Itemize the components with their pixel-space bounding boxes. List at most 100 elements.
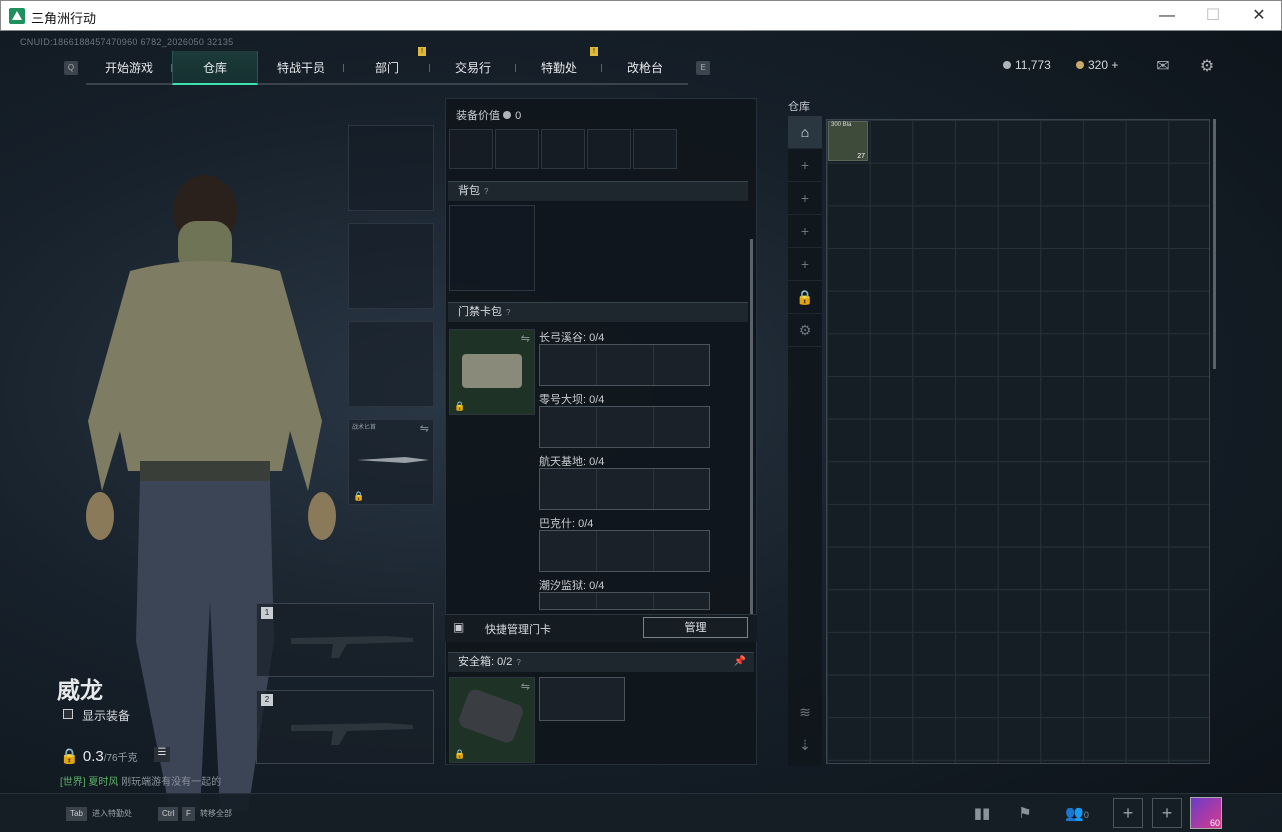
primary-weapon-slot[interactable]: 1 [256, 603, 434, 677]
chat-line[interactable]: [世界] 夏时风 刚玩端游有没有一起的 [60, 773, 221, 788]
keycard-map-label: 巴克什: 0/4 [539, 518, 594, 530]
tab-label: 特勤处 [540, 61, 577, 75]
tab-key-hint: Tab [66, 807, 87, 821]
sort-icon[interactable]: ⇣ [788, 729, 822, 762]
manage-keycard-button[interactable]: 管理 [643, 617, 748, 638]
tab-warehouse[interactable]: 仓库 [172, 51, 258, 85]
backpack-slot[interactable] [449, 205, 535, 291]
tab-special-ops[interactable]: 特勤处! [516, 47, 602, 85]
avatar[interactable]: 60 [1190, 797, 1222, 829]
backpack-header: 背包? [448, 181, 748, 201]
armor-slot[interactable] [348, 223, 434, 309]
list-icon[interactable]: ☰ [154, 747, 170, 762]
lock-icon[interactable]: 🔒 [788, 281, 822, 314]
minimize-button[interactable]: — [1144, 1, 1190, 31]
pin-icon[interactable]: 📌 [734, 653, 746, 671]
show-equipment-checkbox[interactable] [63, 709, 73, 719]
keycard-grid-dam[interactable] [539, 406, 710, 448]
add-tab-icon[interactable]: + [788, 149, 822, 182]
mail-icon[interactable]: ✉ [1153, 56, 1173, 75]
add-tab-icon[interactable]: + [788, 182, 822, 215]
equipment-value-label: 装备价值 [456, 110, 500, 122]
nav-next-key[interactable]: E [696, 61, 710, 75]
transfer-all-hint[interactable]: 转移全部 [200, 808, 232, 819]
pouch-slot[interactable] [587, 129, 631, 169]
equipment-scrollbar[interactable] [750, 239, 753, 619]
swap-icon[interactable]: ⇋ [521, 680, 530, 693]
tab-hint-text[interactable]: 进入特勤处 [92, 808, 132, 819]
layers-icon[interactable]: ≋ [788, 696, 822, 729]
tab-market[interactable]: 交易行 [430, 51, 516, 85]
lock-icon: 🔒 [454, 749, 466, 759]
pistol-slot[interactable] [348, 321, 434, 407]
settings-gear-icon[interactable]: ⚙ [1197, 56, 1217, 75]
carry-weight: 🔒 0.3/76千克 [60, 747, 138, 765]
keycard-header: 门禁卡包? [448, 302, 748, 322]
silver-coin-icon [1003, 61, 1011, 69]
help-icon[interactable]: ? [506, 308, 510, 317]
add-party-slot-button[interactable]: + [1152, 798, 1182, 828]
weapon-slot-number: 2 [261, 694, 273, 706]
keycard-map-label: 潮汐监狱: 0/4 [539, 580, 605, 592]
bottom-bar: Tab 进入特勤处 Ctrl F 转移全部 ▮▮ ⚑ 👥0 + + 60 [0, 793, 1282, 832]
add-tab-icon[interactable]: + [788, 215, 822, 248]
player-level: 60 [1209, 818, 1220, 828]
maximize-button[interactable]: ☐ [1190, 1, 1236, 31]
tab-department[interactable]: 部门! [344, 47, 430, 85]
keycard-grid-spacebase[interactable] [539, 468, 710, 510]
tab-label: 部门 [374, 61, 399, 75]
friends-icon[interactable]: 👥0 [1060, 800, 1094, 828]
lock-icon: 🔒 [353, 491, 365, 501]
add-tab-icon[interactable]: + [788, 248, 822, 281]
swap-icon[interactable]: ⇋ [420, 422, 429, 435]
stash-grid[interactable] [826, 119, 1210, 764]
tab-operators[interactable]: 特战干员 [258, 51, 344, 85]
f-key-hint: F [182, 807, 195, 821]
stash-home-icon[interactable]: ⌂ [788, 116, 822, 149]
add-gold-icon[interactable]: + [1111, 58, 1118, 72]
gold-currency[interactable]: 320 + [1076, 58, 1118, 72]
tab-label: 开始游戏 [104, 61, 153, 75]
weapon-slot-number: 1 [261, 607, 273, 619]
help-icon[interactable]: ? [516, 658, 520, 667]
pouch-slot[interactable] [633, 129, 677, 169]
stash-item-ammo[interactable]: 300 Bla 27 [828, 121, 868, 161]
stash-title: 仓库 [788, 101, 810, 113]
pouch-slot[interactable] [541, 129, 585, 169]
keycard-case-slot[interactable]: ⇋ 🔒 [449, 329, 535, 415]
keycard-grid-changgong[interactable] [539, 344, 710, 386]
pouch-slot[interactable] [495, 129, 539, 169]
equipment-panel: 装备价值 0 背包? 门禁卡包? ⇋ 🔒 长弓溪谷: 0/4 零号大坝: 0/4… [445, 98, 757, 765]
help-icon[interactable]: ? [484, 187, 488, 196]
tab-label: 改枪台 [626, 61, 663, 75]
item-label: 300 Bla [831, 122, 852, 128]
secondary-weapon-slot[interactable]: 2 [256, 690, 434, 764]
keycard-grid-brakkesh[interactable] [539, 530, 710, 572]
safebox-grid[interactable] [539, 677, 625, 721]
pouch-slot[interactable] [449, 129, 493, 169]
safebox-slot[interactable]: ⇋ 🔒 [449, 677, 535, 763]
silver-amount: 11,773 [1015, 58, 1051, 72]
knife-slot[interactable]: 战术匕首 ⇋ 🔒 [348, 419, 434, 505]
stash-settings-icon[interactable]: ⚙ [788, 314, 822, 347]
stats-chart-icon[interactable]: ▮▮ [967, 800, 997, 828]
keycard-map-label: 零号大坝: 0/4 [539, 394, 605, 406]
chat-sender: 夏时风 [88, 777, 119, 788]
weight-lock-icon: 🔒 [60, 748, 83, 765]
safebox-icon [456, 687, 526, 745]
friends-count: 0 [1083, 810, 1089, 820]
tab-start-game[interactable]: 开始游戏 [86, 51, 172, 85]
nav-prev-key[interactable]: Q [64, 61, 78, 75]
flag-icon[interactable]: ⚑ [1010, 800, 1040, 828]
swap-icon[interactable]: ⇋ [521, 332, 530, 345]
window-titlebar: 三角洲行动 — ☐ ✕ [0, 0, 1282, 31]
stash-scrollbar[interactable] [1213, 119, 1216, 369]
item-count: 27 [857, 153, 865, 160]
player-uid: CNUID:1866188457470960 6782_2026050 3213… [20, 37, 234, 47]
close-button[interactable]: ✕ [1236, 1, 1282, 31]
helmet-slot[interactable] [348, 125, 434, 211]
quick-keycard-bar: ▣ 快捷管理门卡 管理 [445, 614, 757, 642]
keycard-grid-prison[interactable] [539, 592, 710, 610]
add-party-slot-button[interactable]: + [1113, 798, 1143, 828]
tab-gunsmith[interactable]: 改枪台 [602, 51, 688, 85]
